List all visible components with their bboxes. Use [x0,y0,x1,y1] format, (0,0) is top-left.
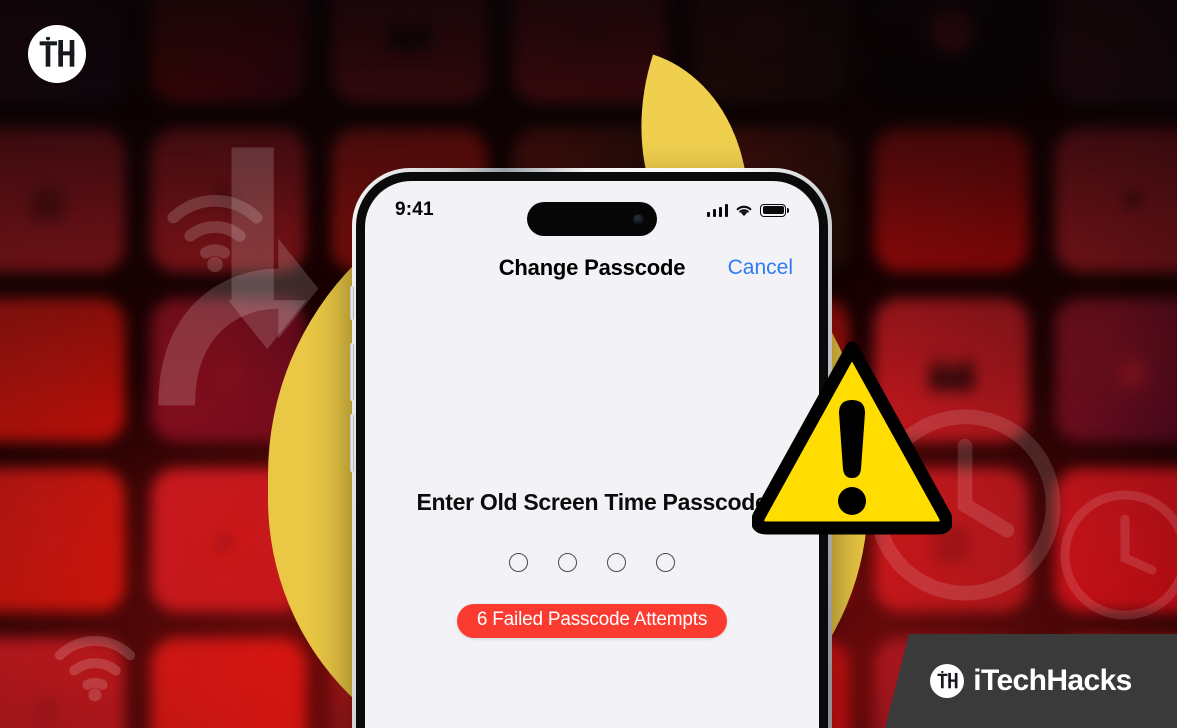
footer-logo-badge [930,664,965,698]
passcode-dot-4 [656,553,675,572]
volume-up-button[interactable] [350,343,354,401]
passcode-dot-3 [607,553,626,572]
passcode-prompt-label: Enter Old Screen Time Passcode [416,489,768,515]
status-bar-time: 9:41 [395,199,434,220]
failed-attempts-badge: 6 Failed Passcode Attempts [456,604,728,638]
footer-brand-bar: iTechHacks [885,634,1177,728]
warning-triangle-icon [752,341,952,535]
ith-monogram-icon-footer [937,671,958,689]
footer-brand-name: iTechHacks [973,664,1132,697]
passcode-dots[interactable] [365,553,819,572]
silent-switch[interactable] [350,286,354,320]
page-title: Change Passcode [498,255,686,280]
wifi-icon [736,205,752,216]
passcode-dot-1 [509,553,528,572]
passcode-dot-2 [558,553,577,572]
itechhacks-logo-badge [28,25,86,83]
screenshot-canvas: ✉ ✿ 📷 ≡ 🗺 🕐 ◔ ▦ ✎ ☎ ☎ 💬 ⏱ ✦ ☀ ♫ ❋ 🧭 ▤ 📷 … [0,0,1177,728]
signal-bars-icon [706,203,728,217]
navigation-bar: Change Passcode Cancel [365,255,819,281]
iphone-screen: 9:41 Change Passcode Cancel Enter Old Sc… [365,181,819,728]
battery-full-icon [760,203,789,217]
clock-watermark-icon [1060,490,1177,620]
cancel-button[interactable]: Cancel [728,256,793,280]
front-camera-icon [633,213,644,225]
dynamic-island [527,202,657,236]
volume-down-button[interactable] [350,414,354,472]
ith-monogram-icon [39,37,75,67]
passcode-entry-block: Enter Old Screen Time Passcode 6 Failed … [365,489,819,638]
wifi-watermark-icon-2 [54,636,136,702]
